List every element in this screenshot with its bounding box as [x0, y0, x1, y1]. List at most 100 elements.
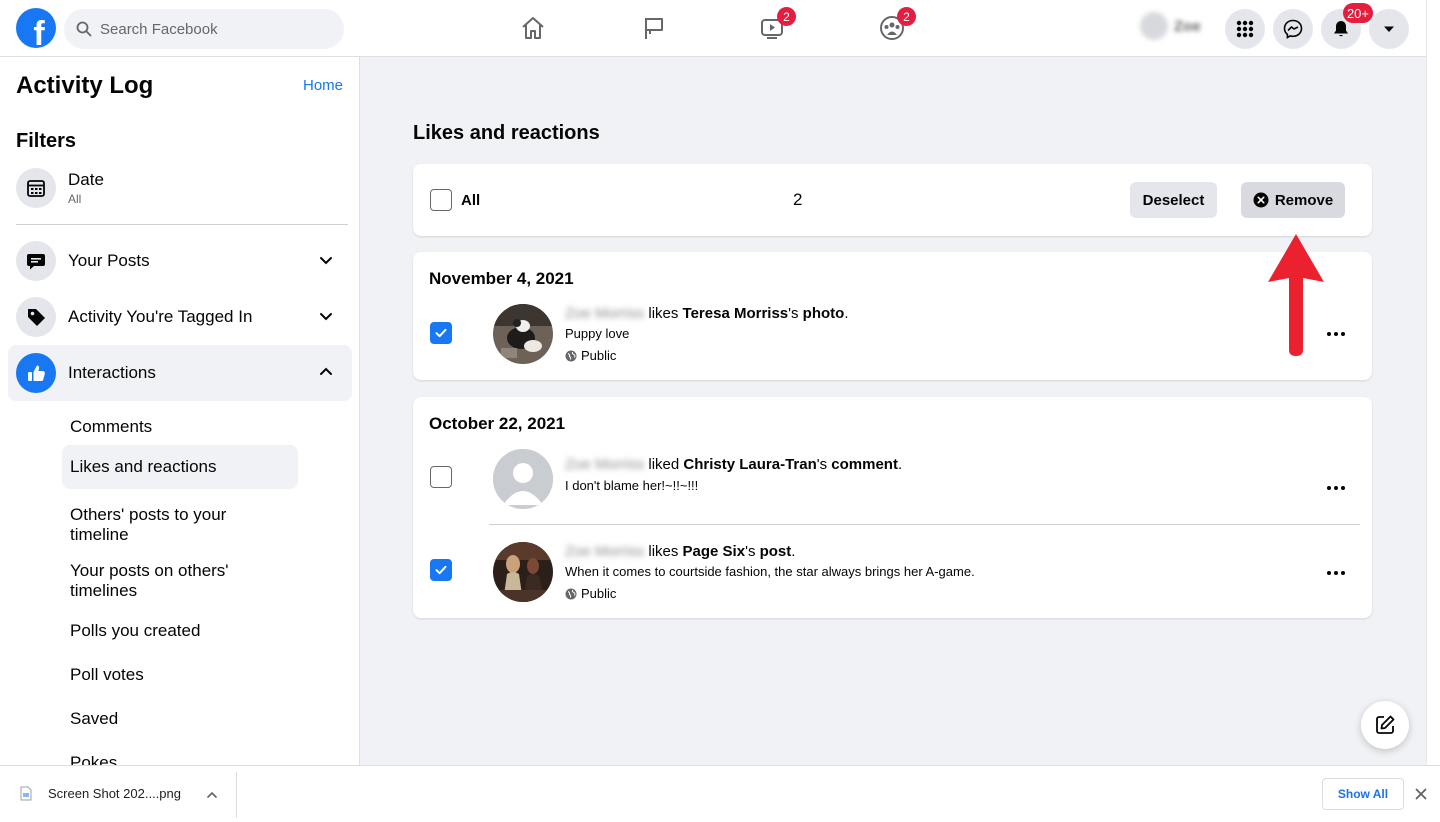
subitem-likes-and-reactions[interactable]: Likes and reactions: [62, 445, 298, 489]
entry-audience: Public: [565, 586, 616, 601]
account-menu-button[interactable]: [1369, 9, 1409, 49]
messenger-icon: [1283, 19, 1303, 39]
more-options-button[interactable]: [1324, 476, 1348, 500]
caret-down-icon: [1384, 26, 1394, 32]
entry-description: Zoe Morriss likes Page Six's post.: [565, 543, 796, 560]
subitem-others-posts[interactable]: Others' posts to your timeline: [62, 497, 262, 553]
entry-checkbox[interactable]: [430, 466, 452, 488]
more-horizontal-icon: [1327, 486, 1345, 490]
entry-snippet: I don't blame her!~!!~!!!: [565, 478, 699, 493]
home-nav-button[interactable]: [517, 12, 549, 44]
more-options-button[interactable]: [1324, 561, 1348, 585]
category-your-posts[interactable]: Your Posts: [8, 233, 352, 289]
chevron-up-icon: [320, 367, 332, 375]
page-title: Activity Log: [16, 72, 154, 99]
divider: [489, 524, 1360, 525]
actor-name: Zoe Morriss: [565, 305, 645, 322]
selected-count: 2: [793, 190, 803, 209]
entry-description: Zoe Morriss likes Teresa Morriss's photo…: [565, 305, 849, 322]
deselect-button[interactable]: Deselect: [1130, 182, 1217, 218]
notifications-button[interactable]: 20+: [1321, 3, 1373, 49]
subitem-your-posts-on-others[interactable]: Your posts on others' timelines: [62, 553, 262, 609]
thumbs-up-icon: [16, 353, 56, 393]
checkmark-icon: [435, 328, 447, 338]
remove-label: Remove: [1274, 191, 1334, 209]
checkmark-icon: [435, 565, 447, 575]
category-label: Activity You're Tagged In: [68, 307, 253, 326]
watch-nav-button[interactable]: 2: [756, 7, 796, 44]
target-name-link[interactable]: Page Six: [683, 543, 746, 560]
globe-icon: [565, 350, 577, 361]
more-horizontal-icon: [1327, 332, 1345, 336]
home-link[interactable]: Home: [303, 77, 343, 94]
selection-bar: All 2 Deselect Remove: [413, 164, 1372, 236]
select-all-checkbox[interactable]: [430, 189, 452, 211]
section-title: Likes and reactions: [413, 122, 600, 144]
chevron-down-icon: [320, 313, 332, 321]
chevron-up-icon[interactable]: [205, 788, 219, 802]
entry-checkbox[interactable]: [430, 559, 452, 581]
watch-badge: 2: [777, 7, 796, 26]
subitem-poll-votes[interactable]: Poll votes: [62, 657, 298, 693]
activity-group: November 4, 2021 Zoe Morriss likes Teres…: [413, 252, 1372, 380]
remove-button[interactable]: Remove: [1241, 182, 1345, 218]
search-input[interactable]: [100, 20, 320, 38]
menu-button[interactable]: [1225, 9, 1265, 49]
groups-nav-button[interactable]: 2: [876, 7, 916, 44]
category-tagged-in[interactable]: Activity You're Tagged In: [8, 289, 352, 345]
actor-name: Zoe Morriss: [565, 456, 645, 473]
tag-icon: [16, 297, 56, 337]
more-options-button[interactable]: [1324, 322, 1348, 346]
subitem-saved[interactable]: Saved: [62, 701, 298, 737]
divider: [16, 224, 348, 225]
globe-icon: [565, 588, 577, 599]
date-filter[interactable]: Date All: [8, 160, 352, 216]
group-date: October 22, 2021: [429, 414, 566, 433]
entry-checkbox[interactable]: [430, 322, 452, 344]
compose-icon: [1376, 715, 1395, 734]
target-name-link[interactable]: Christy Laura-Tran: [683, 456, 816, 473]
activity-group: October 22, 2021 Zoe Morriss liked Chris…: [413, 397, 1372, 618]
avatar: [1140, 12, 1168, 40]
home-icon: [522, 17, 544, 39]
object-link[interactable]: comment: [831, 456, 898, 473]
object-link[interactable]: photo: [803, 305, 845, 322]
category-interactions[interactable]: Interactions: [8, 345, 352, 401]
search-box[interactable]: [64, 9, 344, 49]
download-file-name: Screen Shot 202....png: [48, 786, 181, 801]
subitem-polls-you-created[interactable]: Polls you created: [62, 613, 298, 649]
date-filter-value: All: [68, 192, 82, 206]
download-item[interactable]: Screen Shot 202....png: [20, 786, 181, 801]
messenger-button[interactable]: [1273, 9, 1313, 49]
search-icon: [76, 21, 92, 37]
deselect-label: Deselect: [1142, 191, 1205, 209]
category-label: Interactions: [68, 363, 156, 382]
page-scrollbar[interactable]: [1426, 0, 1440, 765]
entry-thumbnail[interactable]: [493, 304, 553, 364]
facebook-logo[interactable]: f: [16, 8, 56, 48]
annotation-arrow-icon: [1268, 234, 1324, 356]
target-name-link[interactable]: Teresa Morriss: [683, 305, 789, 322]
object-link[interactable]: post: [760, 543, 792, 560]
remove-circle-icon: [1253, 192, 1269, 208]
show-all-button[interactable]: Show All: [1322, 778, 1404, 810]
subitem-comments[interactable]: Comments: [62, 409, 298, 445]
profile-shortcut[interactable]: Zoe: [1140, 12, 1201, 40]
entry-thumbnail[interactable]: [493, 449, 553, 509]
grid-menu-icon: [1236, 20, 1254, 38]
more-horizontal-icon: [1327, 571, 1345, 575]
pages-nav-button[interactable]: [638, 12, 670, 44]
entry-thumbnail[interactable]: [493, 542, 553, 602]
calendar-icon: [16, 168, 56, 208]
close-icon[interactable]: [1413, 786, 1429, 802]
subitem-pokes[interactable]: Pokes: [62, 745, 298, 765]
activity-log-sidebar: Activity Log Home Filters Date All Your …: [0, 57, 360, 765]
category-label: Your Posts: [68, 251, 150, 270]
new-message-button[interactable]: [1361, 701, 1409, 749]
file-icon: [20, 786, 32, 801]
filters-heading: Filters: [16, 130, 77, 152]
entry-snippet: When it comes to courtside fashion, the …: [565, 564, 975, 579]
profile-name: Zoe: [1174, 17, 1201, 35]
flag-icon: [645, 18, 663, 39]
date-filter-label: Date: [68, 170, 104, 189]
